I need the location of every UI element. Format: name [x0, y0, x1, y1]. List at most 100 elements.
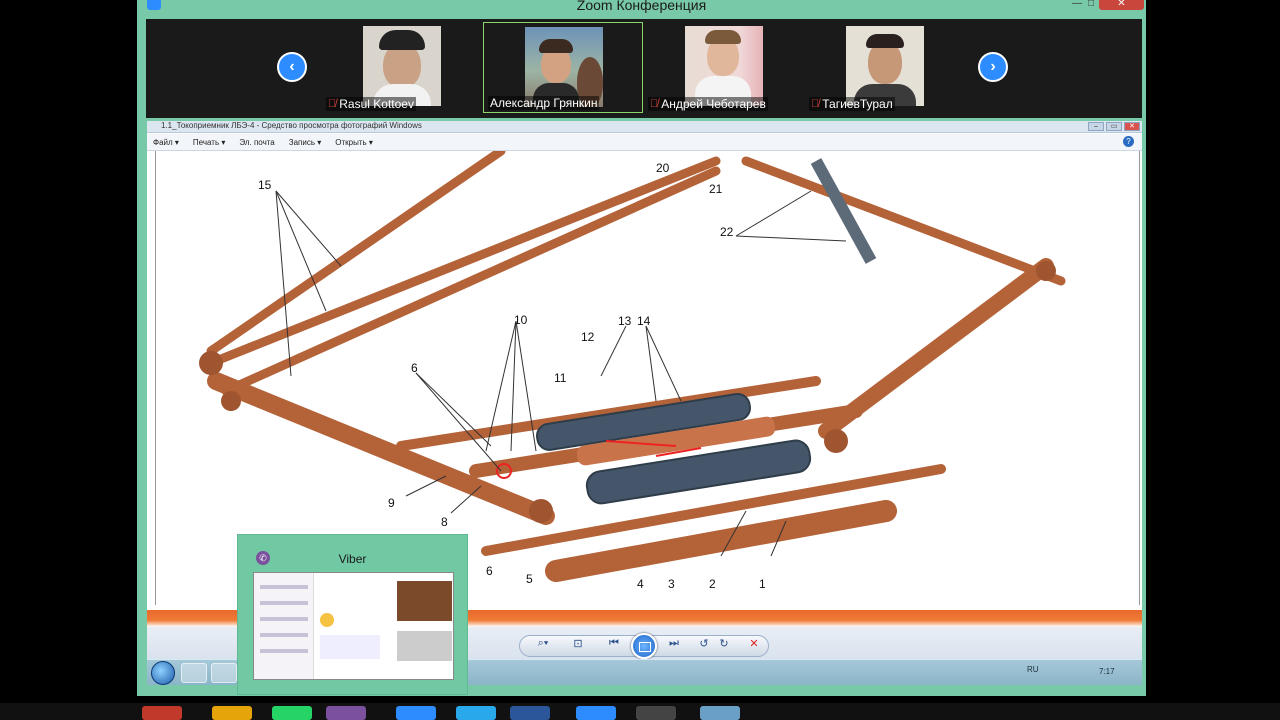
rotate-ccw-icon[interactable]: ↺ [695, 637, 713, 650]
callout-label: 9 [388, 496, 395, 510]
recorder-icon[interactable] [636, 706, 676, 720]
viber-taskbar-icon[interactable] [326, 706, 366, 720]
callout-label: 4 [637, 577, 644, 591]
callout-label: 1 [759, 577, 766, 591]
joint [824, 429, 848, 453]
participant-tile-active[interactable]: Александр Грянкин [483, 22, 643, 113]
participant-label: 🎙̸ ТагиевТурал [809, 97, 895, 111]
viewer-titlebar: 1.1_Токоприемник ЛБЭ-4 - Средство просмо… [147, 121, 1142, 133]
taskbar-app-button[interactable] [211, 663, 237, 683]
mic-muted-icon: 🎙̸ [328, 98, 337, 110]
screen: Zoom Конференция — □ ✕ ‹ 🎙̸ Rasul Kottoe… [0, 0, 1280, 720]
callout-label: 21 [709, 182, 723, 196]
video-strip: ‹ 🎙̸ Rasul Kottoev Александр Грянкин 🎙̸ … [146, 19, 1142, 118]
close-button[interactable]: ✕ [1099, 0, 1144, 10]
callout-label: 20 [656, 161, 670, 175]
upper-rod [211, 156, 721, 366]
menu-email[interactable]: Эл. почта [239, 138, 274, 147]
viewer-title: 1.1_Токоприемник ЛБЭ-4 - Средство просмо… [161, 121, 422, 130]
app-icon[interactable] [212, 706, 252, 720]
callout-label: 6 [486, 564, 493, 578]
clock: 7:17 [1099, 667, 1115, 676]
viber-preview-popup[interactable]: ✆ Viber [237, 534, 468, 695]
rotate-cw-icon[interactable]: ↻ [715, 637, 733, 650]
viewer-window-controls: – ▭ ✕ [1088, 122, 1140, 131]
help-icon[interactable]: ? [1123, 136, 1134, 147]
start-button[interactable] [151, 661, 175, 685]
participant-label: 🎙̸ Андрей Чеботарев [648, 97, 768, 111]
participant-video [846, 26, 924, 106]
next-page-button[interactable]: › [978, 52, 1008, 82]
whatsapp-icon[interactable] [272, 706, 312, 720]
viewer-close-button[interactable]: ✕ [1124, 122, 1140, 131]
leader-line [735, 235, 847, 242]
photo-viewer-icon[interactable] [700, 706, 740, 720]
callout-label: 11 [554, 371, 567, 385]
chrome-icon[interactable] [142, 706, 182, 720]
leader-line [275, 190, 292, 377]
mic-muted-icon: 🎙̸ [650, 98, 659, 110]
participant-tile[interactable]: 🎙̸ Андрей Чеботарев [644, 22, 804, 113]
callout-label: 13 [618, 314, 632, 328]
viewer-maximize-button[interactable]: ▭ [1106, 122, 1122, 131]
language-indicator[interactable]: RU [1027, 665, 1039, 674]
participant-name: Андрей Чеботарев [661, 97, 766, 111]
menu-file[interactable]: Файл ▾ [153, 138, 179, 147]
callout-label: 10 [514, 313, 528, 327]
viewer-menubar: Файл ▾ Печать ▾ Эл. почта Запись ▾ Откры… [147, 134, 1142, 151]
upper-rod [206, 151, 506, 356]
participant-tile[interactable]: 🎙̸ Rasul Kottoev [322, 22, 482, 113]
callout-label: 6 [411, 361, 418, 375]
next-image-icon[interactable]: ⏭ [665, 637, 683, 650]
prev-page-button[interactable]: ‹ [277, 52, 307, 82]
host-taskbar [0, 703, 1280, 720]
leader-line [275, 190, 342, 267]
fit-window-icon[interactable]: ⊡ [569, 637, 587, 650]
previous-image-icon[interactable]: ⏮ [605, 637, 623, 650]
callout-label: 3 [668, 577, 675, 591]
participant-video [685, 26, 763, 106]
callout-label: 12 [581, 330, 595, 344]
leader-line [405, 475, 447, 497]
leader-line [600, 325, 627, 377]
taskbar-app-button[interactable] [181, 663, 207, 683]
maximize-button[interactable]: □ [1081, 0, 1101, 10]
meeting-icon[interactable] [576, 706, 616, 720]
upper-rod [741, 156, 1066, 286]
menu-print[interactable]: Печать ▾ [193, 138, 225, 147]
zoom-titlebar: Zoom Конференция — □ ✕ [137, 0, 1146, 14]
insulator [810, 158, 877, 264]
slideshow-button[interactable] [631, 633, 657, 659]
joint [221, 391, 241, 411]
participant-name: ТагиевТурал [822, 97, 893, 111]
upper-rod [221, 166, 721, 396]
joint [199, 351, 223, 375]
zoom-icon[interactable]: ⌕▾ [534, 637, 552, 650]
participant-label: Александр Грянкин [488, 96, 600, 110]
zoom-taskbar-icon[interactable] [396, 706, 436, 720]
callout-label: 5 [526, 572, 533, 586]
callout-label: 22 [720, 225, 734, 239]
participant-tile[interactable]: 🎙̸ ТагиевТурал [805, 22, 965, 113]
word-icon[interactable] [510, 706, 550, 720]
joint [1036, 261, 1056, 281]
viewer-minimize-button[interactable]: – [1088, 122, 1104, 131]
menu-open[interactable]: Открыть ▾ [335, 138, 373, 147]
menu-burn[interactable]: Запись ▾ [289, 138, 322, 147]
delete-icon[interactable]: ✕ [745, 637, 763, 650]
callout-label: 14 [637, 314, 651, 328]
callout-label: 15 [258, 178, 272, 192]
viber-title: Viber [338, 552, 367, 566]
leader-line [735, 190, 812, 237]
participant-video [363, 26, 441, 106]
mic-muted-icon: 🎙̸ [811, 98, 820, 110]
callout-label: 8 [441, 515, 448, 529]
joint [529, 499, 553, 523]
participant-name: Александр Грянкин [490, 96, 598, 110]
leader-line [415, 372, 502, 472]
participant-video [525, 27, 603, 107]
participant-label: 🎙̸ Rasul Kottoev [326, 97, 416, 111]
telegram-icon[interactable] [456, 706, 496, 720]
viber-window-thumbnail[interactable] [253, 572, 454, 680]
lower-arm [207, 372, 555, 525]
